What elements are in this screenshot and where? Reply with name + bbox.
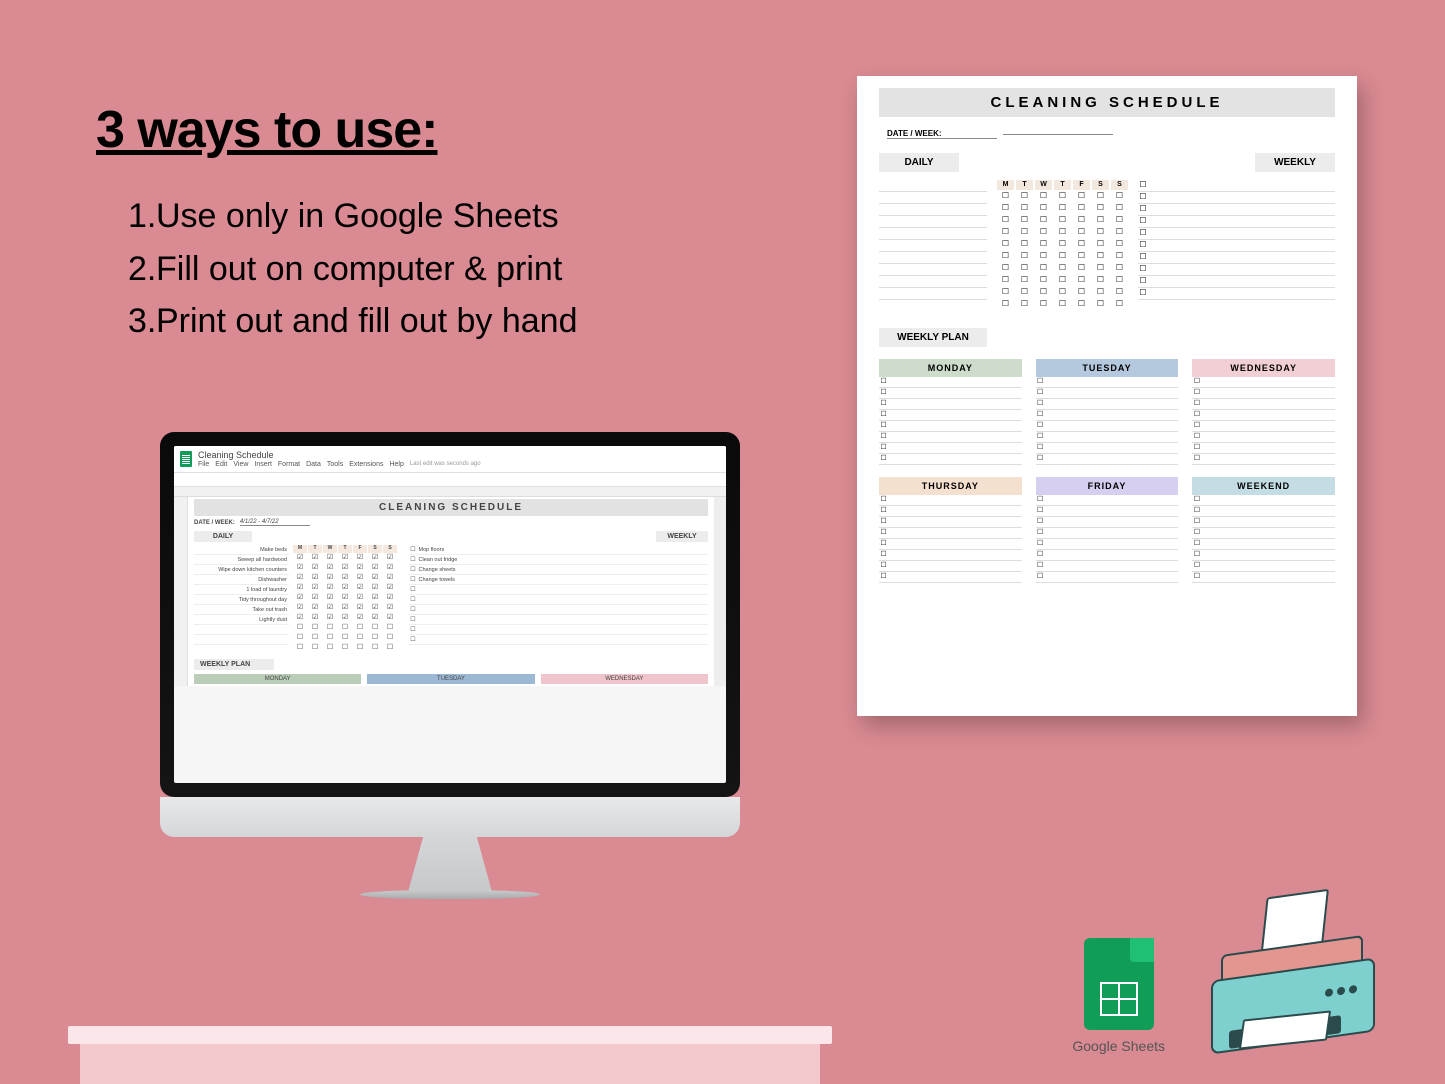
printed-template: CLEANING SCHEDULE DATE / WEEK: DAILY WEE… — [857, 76, 1357, 716]
toolbar — [174, 473, 726, 487]
printer-icon — [1205, 919, 1375, 1054]
page-heading: 3 ways to use: — [96, 100, 437, 160]
desk-surface — [80, 1044, 820, 1084]
badges: Google Sheets — [1072, 919, 1375, 1054]
usage-list: 1.Use only in Google Sheets 2.Fill out o… — [128, 190, 578, 348]
google-sheets-icon — [1084, 938, 1154, 1030]
spreadsheet-content: CLEANING SCHEDULE DATE / WEEK:4/1/22 - 4… — [188, 497, 714, 686]
row-headers — [174, 497, 188, 686]
column-headers — [174, 487, 726, 497]
google-sheets-ui: Cleaning Schedule FileEditViewInsertForm… — [174, 446, 726, 686]
desk-edge — [68, 1026, 832, 1044]
doc-title: Cleaning Schedule — [198, 450, 481, 460]
google-sheets-badge: Google Sheets — [1072, 938, 1165, 1054]
imac-mockup: Cleaning Schedule FileEditViewInsertForm… — [160, 432, 740, 922]
menu-bar: FileEditViewInsertFormatDataToolsExtensi… — [198, 461, 481, 468]
sheets-icon — [180, 451, 192, 467]
